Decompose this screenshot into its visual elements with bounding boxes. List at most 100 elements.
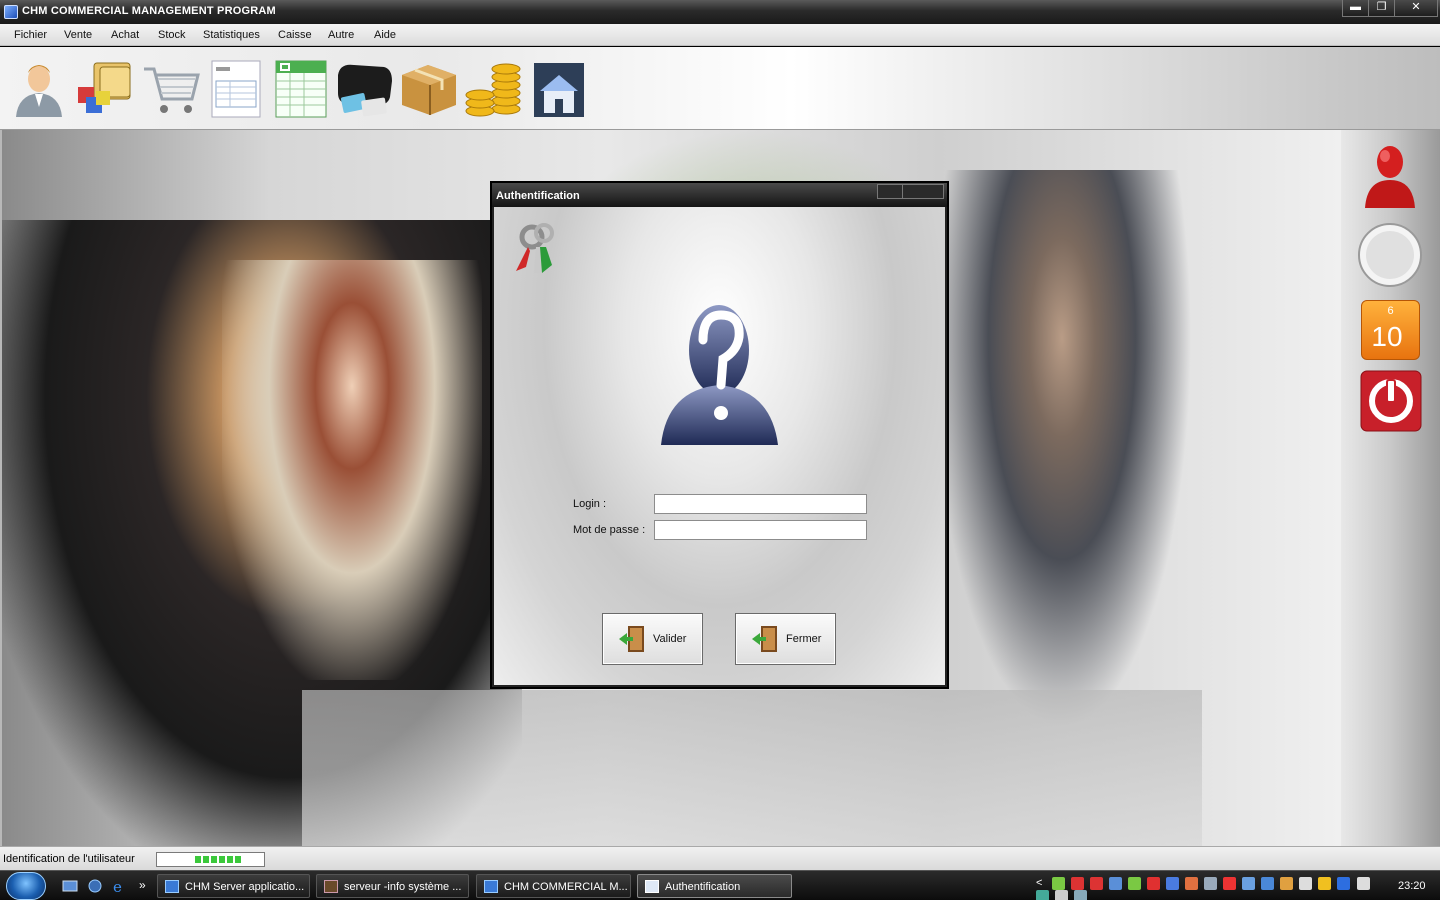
volume-icon[interactable]: [1055, 890, 1069, 900]
unknown-user-icon: [661, 305, 778, 445]
progress-segment: [235, 856, 241, 863]
progress-bar: [156, 852, 265, 867]
network-icon[interactable]: [1070, 877, 1084, 890]
window-icon: [484, 880, 498, 893]
dialog-titlebar: Authentification: [492, 183, 947, 207]
tool-icon[interactable]: [1204, 877, 1217, 890]
calendar-widget[interactable]: 6 10: [1361, 300, 1420, 360]
ati-icon[interactable]: [1146, 877, 1160, 890]
svg-text:e: e: [113, 878, 122, 894]
user-icon[interactable]: [8, 57, 70, 119]
progress-segment: [203, 856, 209, 863]
package-icon[interactable]: [398, 57, 460, 119]
menu-aide[interactable]: Aide: [374, 29, 396, 41]
progress-segment: [227, 856, 233, 863]
tray-expand-arrow[interactable]: <: [1036, 877, 1042, 889]
close-button[interactable]: ✕: [1394, 0, 1438, 17]
dialog-title: Authentification: [496, 190, 580, 202]
network-icon[interactable]: [1089, 877, 1103, 890]
progress-segment: [195, 856, 201, 863]
wifi-icon[interactable]: [1127, 877, 1141, 890]
restore-button[interactable]: ❐: [1368, 0, 1395, 17]
show-desktop-icon[interactable]: [62, 878, 78, 894]
task-chm-commercial[interactable]: CHM COMMERCIAL M...: [476, 874, 631, 898]
menu-vente[interactable]: Vente: [64, 29, 92, 41]
signal-icon[interactable]: [1051, 877, 1065, 890]
internet-explorer-icon[interactable]: e: [111, 878, 127, 894]
messenger-icon[interactable]: [1318, 877, 1332, 890]
media-player-icon[interactable]: [87, 878, 103, 894]
right-sidebar: 6 10: [1341, 130, 1440, 846]
login-input[interactable]: [654, 494, 867, 514]
antivirus-icon[interactable]: [1223, 877, 1237, 890]
taskbar: e » CHM Server applicatio... serveur -in…: [0, 870, 1440, 900]
progress-fill: [195, 856, 241, 863]
start-button[interactable]: [6, 872, 46, 900]
task-chm-server[interactable]: CHM Server applicatio...: [157, 874, 310, 898]
display-icon[interactable]: [1242, 877, 1256, 890]
menu-statistiques[interactable]: Statistiques: [203, 29, 260, 41]
coins-icon[interactable]: [462, 57, 524, 119]
password-input[interactable]: [654, 520, 867, 540]
toolbar: [0, 47, 1440, 130]
monitor-icon[interactable]: [1261, 877, 1275, 890]
fermer-button[interactable]: Fermer: [735, 613, 836, 665]
background-table: [302, 690, 1202, 846]
bluetooth-icon[interactable]: [1165, 877, 1179, 890]
quicklaunch-more[interactable]: »: [139, 878, 146, 892]
door-exit-icon: [752, 626, 777, 652]
background-woman-right: [222, 260, 482, 680]
update-icon[interactable]: [1280, 877, 1294, 890]
authentication-dialog: Authentification Login : Mot de passe :: [490, 181, 949, 689]
window-icon: [324, 880, 338, 893]
progress-segment: [211, 856, 217, 863]
status-text: Identification de l'utilisateur: [3, 853, 135, 865]
window-title: CHM COMMERCIAL MANAGEMENT PROGRAM: [22, 5, 276, 17]
minimize-button[interactable]: ▬: [1342, 0, 1369, 17]
taskbar-clock: 23:20: [1398, 880, 1426, 892]
security-icon[interactable]: [1184, 877, 1198, 890]
dialog-close-button[interactable]: [902, 184, 944, 199]
cart-icon[interactable]: [140, 57, 202, 119]
menu-bar: Fichier Vente Achat Stock Statistiques C…: [0, 24, 1440, 46]
spreadsheet-icon[interactable]: [270, 57, 332, 119]
round-button-icon[interactable]: [1357, 222, 1423, 288]
menu-achat[interactable]: Achat: [111, 29, 139, 41]
menu-autre[interactable]: Autre: [328, 29, 354, 41]
login-label: Login :: [573, 498, 607, 510]
calendar-month: 6: [1387, 305, 1394, 317]
background-man: [932, 170, 1192, 730]
dialog-body: Login : Mot de passe : Valider Fermer: [494, 207, 945, 685]
menu-stock[interactable]: Stock: [158, 29, 186, 41]
bluetooth-icon[interactable]: [1337, 877, 1351, 890]
user-profile-icon[interactable]: [1361, 142, 1419, 210]
window-icon: [645, 880, 659, 893]
password-label: Mot de passe :: [573, 524, 646, 536]
app-icon: [4, 5, 18, 19]
clipboard-icon[interactable]: [1074, 890, 1088, 900]
chat-icon[interactable]: [1356, 877, 1370, 890]
power-tray-icon[interactable]: [1036, 890, 1049, 900]
menu-caisse[interactable]: Caisse: [278, 29, 312, 41]
menu-fichier[interactable]: Fichier: [14, 29, 47, 41]
house-icon[interactable]: [528, 57, 590, 119]
products-icon[interactable]: [72, 57, 134, 119]
power-icon[interactable]: [1360, 370, 1422, 432]
system-tray: <: [1036, 877, 1376, 900]
calendar-day: 10: [1371, 321, 1403, 352]
task-serveur-info[interactable]: serveur -info système ...: [316, 874, 469, 898]
valider-label: Valider: [653, 633, 687, 645]
window-titlebar: CHM COMMERCIAL MANAGEMENT PROGRAM ▬ ❐ ✕: [0, 0, 1440, 24]
progress-segment: [219, 856, 225, 863]
status-bar: Identification de l'utilisateur: [0, 846, 1440, 870]
network-icon[interactable]: [1108, 877, 1122, 890]
invoice-icon[interactable]: [206, 57, 268, 119]
door-enter-icon: [619, 626, 644, 652]
dialog-minimize-button[interactable]: [877, 184, 903, 199]
fermer-label: Fermer: [786, 633, 822, 645]
window-icon: [165, 880, 179, 893]
valider-button[interactable]: Valider: [602, 613, 703, 665]
cloud-icon[interactable]: [1299, 877, 1313, 890]
task-authentification[interactable]: Authentification: [637, 874, 792, 898]
wallet-icon[interactable]: [334, 57, 396, 119]
